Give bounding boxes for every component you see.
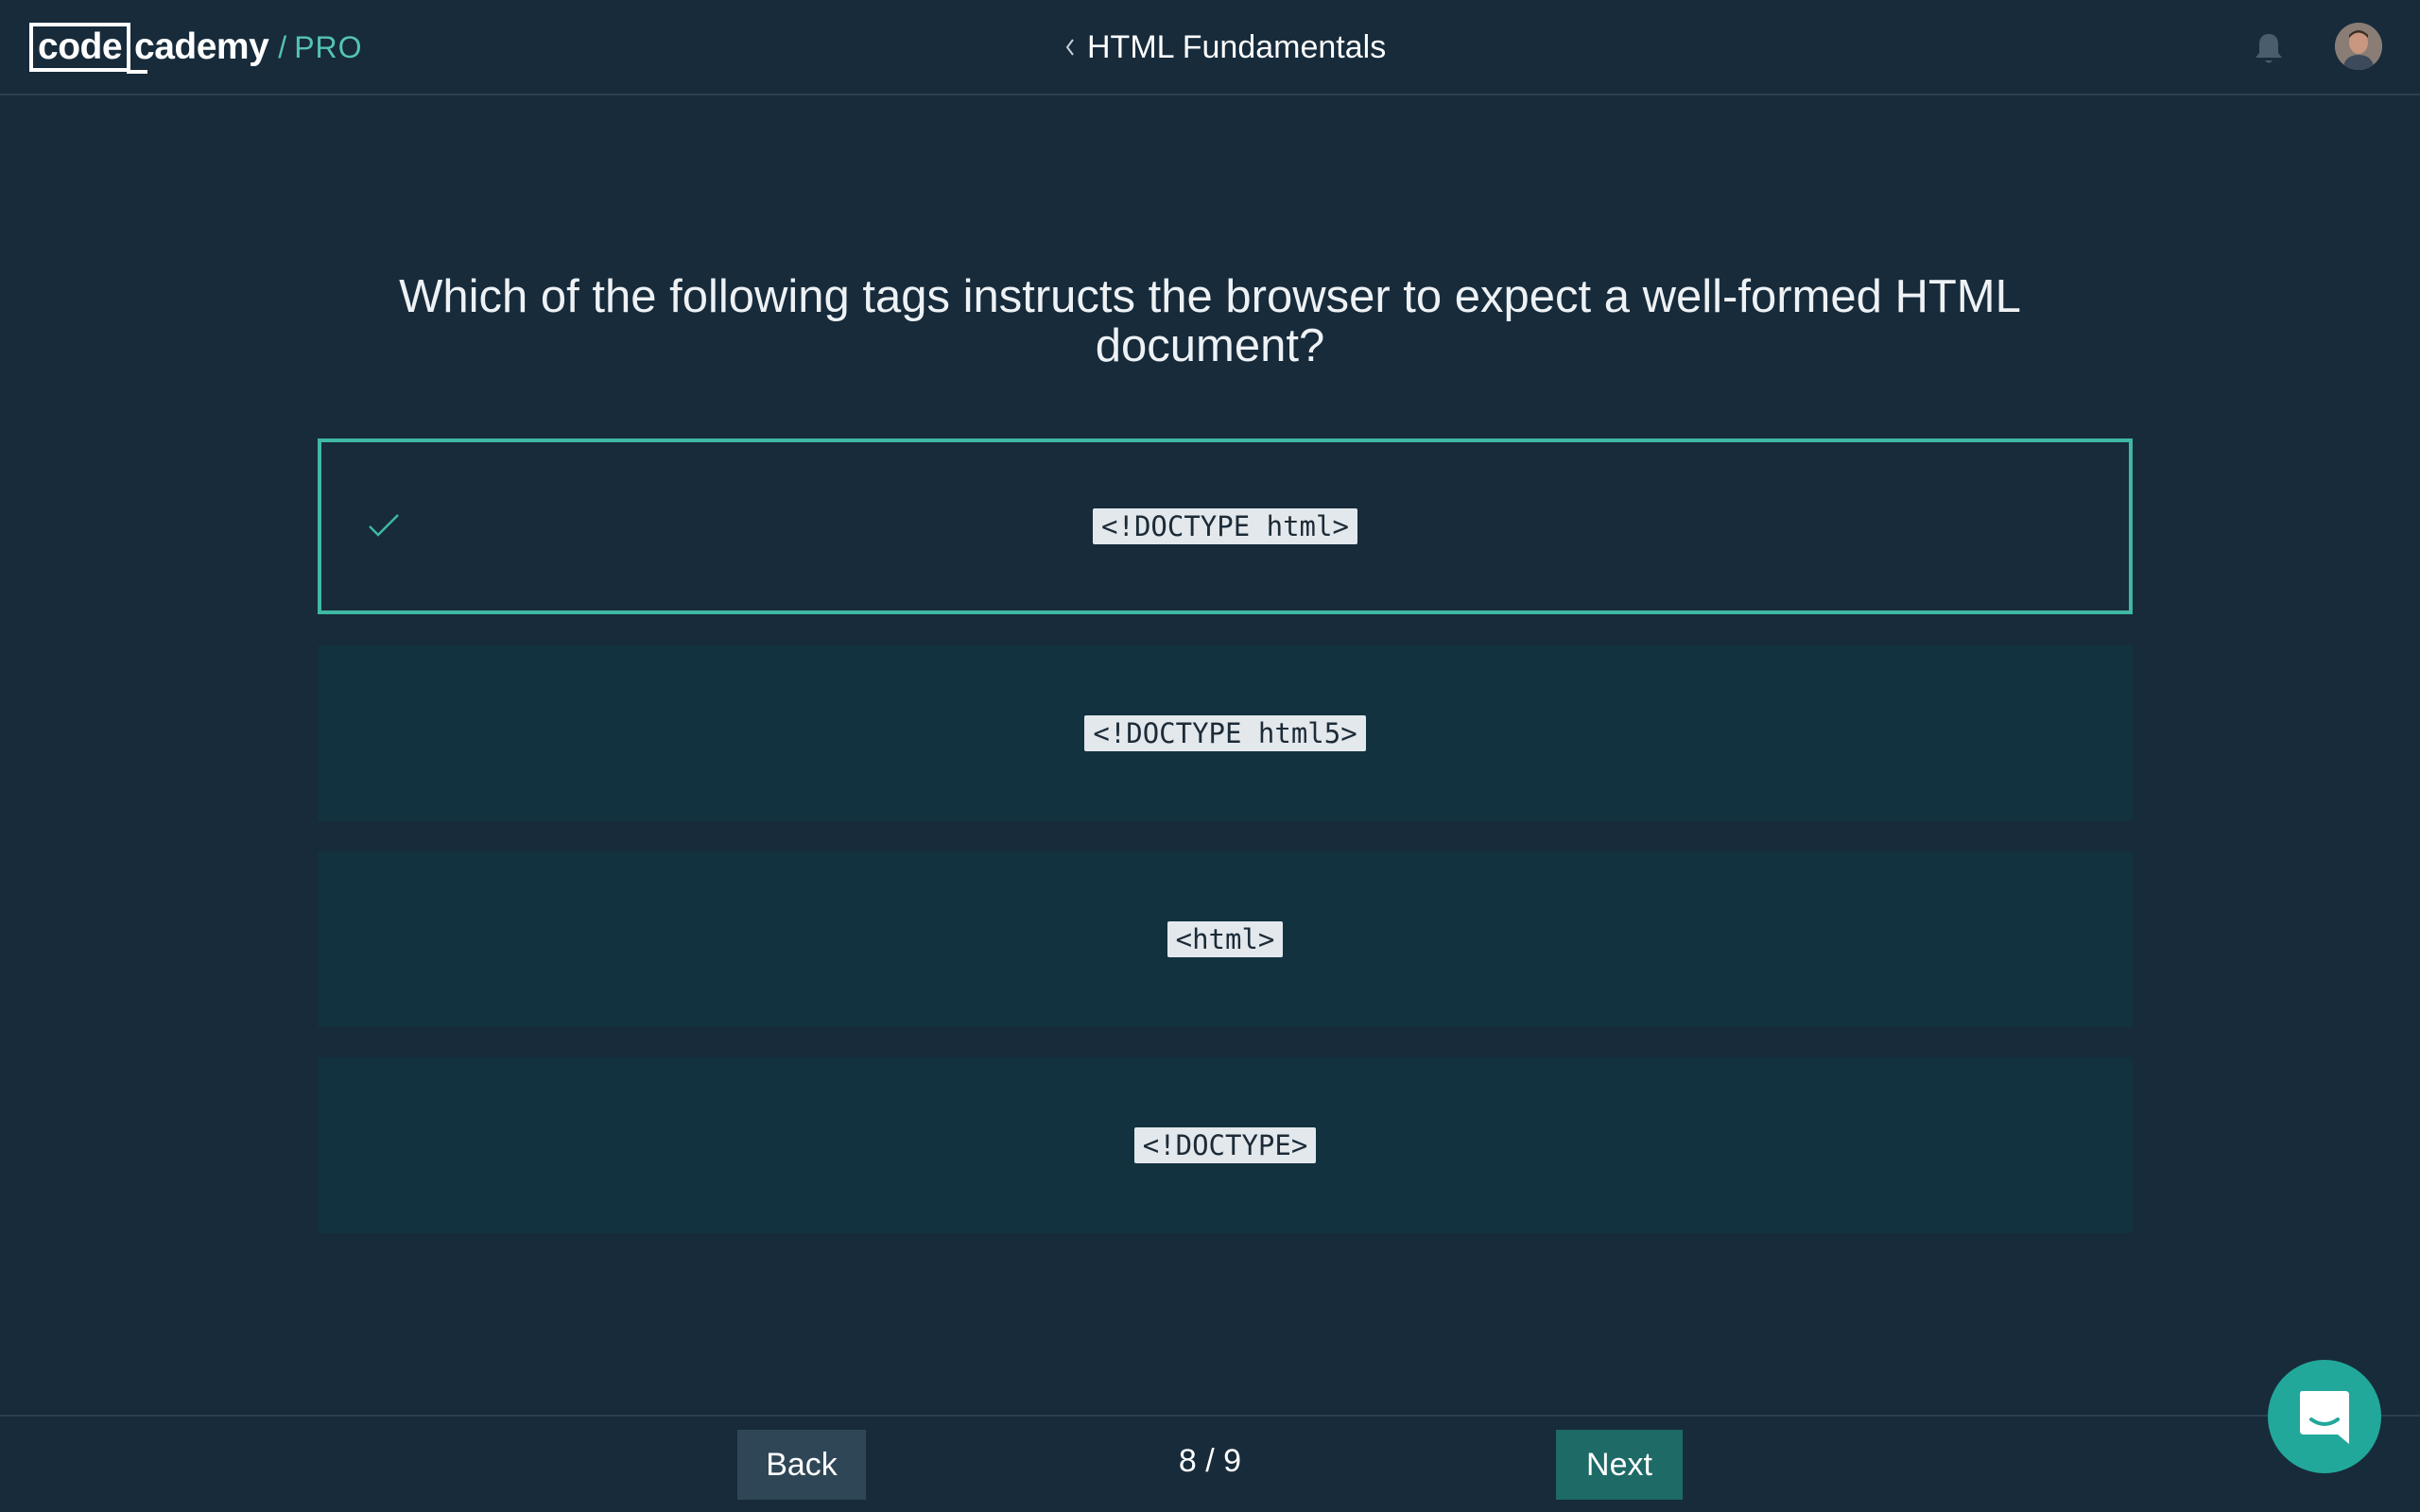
answer-option-label: <!DOCTYPE> [1133,1127,1317,1163]
logo-rest-text: cademy [134,26,269,67]
chat-support-button[interactable] [2268,1360,2381,1473]
quiz-progress: 8 / 9 [1178,1443,1242,1479]
course-back-link[interactable]: HTML Fundamentals [1063,25,1386,70]
logo-pro-badge: PRO [294,29,363,64]
answer-option-1[interactable]: <!DOCTYPE html> [318,438,2133,614]
bell-icon[interactable] [2252,30,2286,66]
course-title: HTML Fundamentals [1087,28,1387,65]
check-icon [369,514,399,537]
answer-option-label: <html> [1167,921,1284,957]
chevron-left-icon [1065,39,1074,56]
codecademy-pro-logo[interactable]: code cademy / PRO [29,23,363,74]
avatar-image [2335,23,2382,70]
logo-box-text: code [29,23,148,74]
back-button[interactable]: Back [737,1430,866,1500]
answer-option-2[interactable]: <!DOCTYPE html5> [318,645,2133,821]
top-nav-bar: code cademy / PRO HTML Fundamentals [0,0,2420,95]
answer-option-label: <!DOCTYPE html> [1093,508,1357,544]
quiz-footer: Back 8 / 9 Next [0,1415,2420,1512]
answer-option-label: <!DOCTYPE html5> [1084,715,1366,751]
answer-option-3[interactable]: <html> [318,851,2133,1027]
logo-separator: / [278,29,287,64]
chat-icon [2300,1391,2349,1444]
answer-option-4[interactable]: <!DOCTYPE> [318,1057,2133,1233]
next-button[interactable]: Next [1556,1430,1683,1500]
user-avatar[interactable] [2335,23,2382,70]
quiz-question: Which of the following tags instructs th… [399,271,2021,371]
